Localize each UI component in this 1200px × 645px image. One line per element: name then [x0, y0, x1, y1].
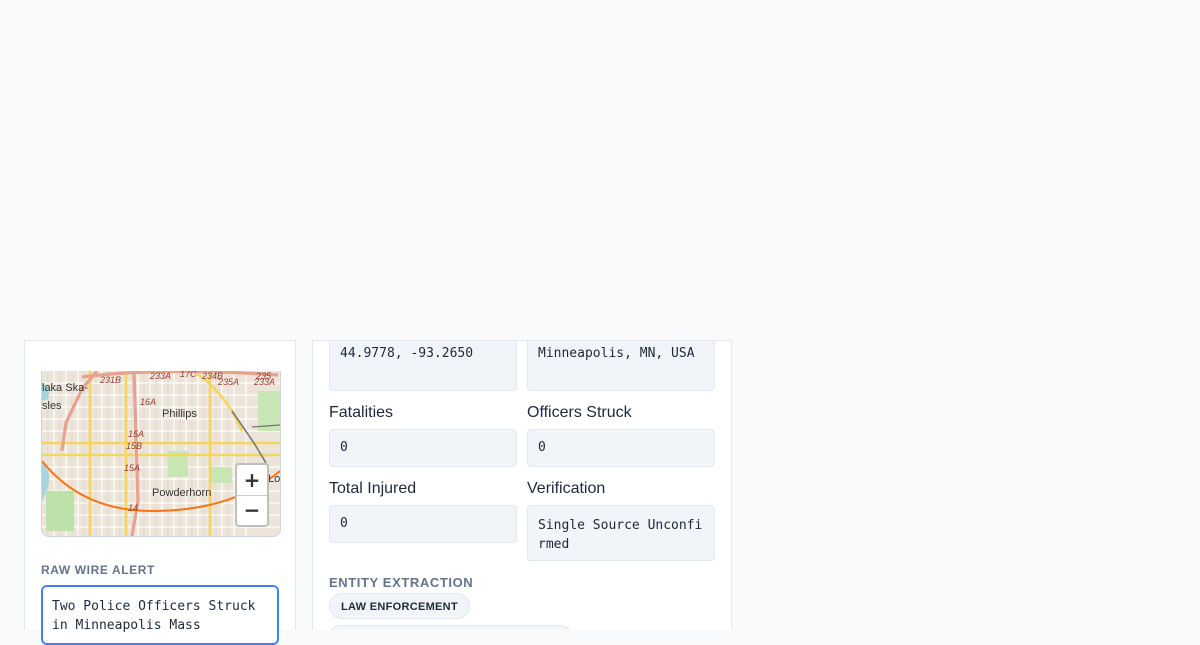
total-injured-field[interactable]: 0 [329, 505, 517, 543]
entity-tag-law-enforcement[interactable]: LAW ENFORCEMENT [329, 593, 470, 619]
svg-text:laka Ska-: laka Ska- [42, 382, 88, 394]
svg-text:233A: 233A [149, 371, 171, 381]
location-field[interactable]: Minneapolis, MN, USA [527, 341, 715, 391]
svg-text:15B: 15B [126, 441, 142, 451]
officers-struck-field[interactable]: 0 [527, 429, 715, 467]
svg-text:Phillips: Phillips [162, 408, 197, 420]
verification-label: Verification [527, 480, 606, 497]
incident-map[interactable]: Phillips Powderhorn laka Ska- sles Lo 16… [41, 371, 281, 537]
svg-text:Lo: Lo [268, 473, 280, 485]
svg-text:14: 14 [128, 503, 138, 513]
map-zoom-control: + − [235, 463, 269, 527]
raw-wire-alert-input[interactable]: Two Police Officers Struck in Minneapoli… [41, 585, 279, 645]
fatalities-field[interactable]: 0 [329, 429, 517, 467]
svg-text:233A: 233A [253, 377, 275, 387]
svg-text:235A: 235A [217, 377, 239, 387]
fatalities-label: Fatalities [329, 404, 394, 421]
svg-text:sles: sles [42, 400, 62, 412]
raw-wire-alert-label: RAW WIRE ALERT [41, 563, 155, 577]
svg-text:Powderhorn: Powderhorn [152, 487, 211, 499]
svg-text:231B: 231B [99, 375, 121, 385]
total-injured-label: Total Injured [329, 480, 417, 497]
entity-tag[interactable] [329, 625, 571, 630]
verification-field[interactable]: Single Source Unconfirmed [527, 505, 715, 561]
officers-struck-label: Officers Struck [527, 404, 632, 421]
zoom-in-button[interactable]: + [237, 465, 267, 495]
incident-map-panel: Phillips Powderhorn laka Ska- sles Lo 16… [24, 340, 296, 645]
incident-details-panel: 44.9778, -93.2650 Minneapolis, MN, USA F… [312, 340, 732, 630]
zoom-out-button[interactable]: − [237, 495, 267, 525]
svg-text:15A: 15A [128, 429, 144, 439]
svg-text:16A: 16A [140, 397, 156, 407]
svg-text:17C: 17C [180, 371, 197, 379]
entity-extraction-label: ENTITY EXTRACTION [329, 575, 474, 590]
coordinates-field[interactable]: 44.9778, -93.2650 [329, 341, 517, 391]
svg-text:15A: 15A [124, 463, 140, 473]
